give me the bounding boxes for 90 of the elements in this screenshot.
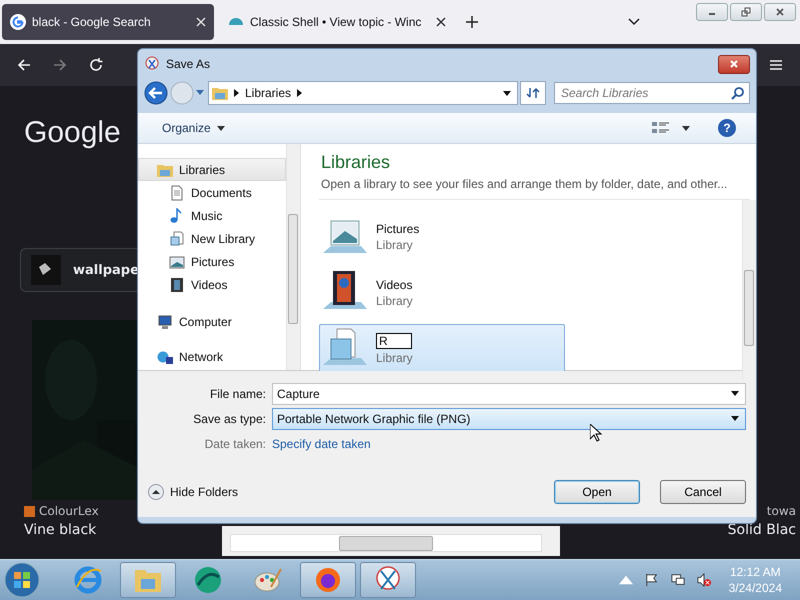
network-icon <box>157 348 173 364</box>
refresh-icon <box>526 86 540 100</box>
document-icon <box>169 184 185 200</box>
organize-menu[interactable]: Organize <box>162 121 211 135</box>
close-icon <box>775 7 785 17</box>
back-icon[interactable] <box>16 57 32 73</box>
folder-taskbar-button[interactable] <box>120 562 176 598</box>
caret-icon[interactable] <box>216 126 225 130</box>
search-field[interactable]: Search Libraries <box>554 82 750 104</box>
caret-icon[interactable] <box>682 126 690 130</box>
start-button[interactable] <box>4 562 40 598</box>
dialog-button[interactable]: Cancel <box>660 480 746 504</box>
scrollbar[interactable] <box>230 534 542 552</box>
field-label: File name: <box>208 386 266 400</box>
restore-button[interactable] <box>730 3 762 21</box>
dialog-button[interactable]: Open <box>554 480 640 504</box>
date-link[interactable]: Specify date taken <box>272 436 371 450</box>
nav-item[interactable]: Music <box>138 204 286 227</box>
film-icon <box>169 276 185 292</box>
rename-field[interactable]: R <box>376 333 412 349</box>
file-name-field[interactable]: Capture <box>272 382 746 404</box>
close-button[interactable] <box>764 3 796 21</box>
dropdown-icon <box>731 391 739 396</box>
close-icon <box>729 59 739 69</box>
browser-tab[interactable]: Classic Shell • View topic - Winc <box>220 4 454 40</box>
google-logo: Google <box>24 116 121 150</box>
result-title: wallpape <box>73 262 139 278</box>
library-item[interactable]: R Library <box>319 324 565 374</box>
search-icon <box>731 86 745 100</box>
hide-folders-button[interactable]: Hide Folders <box>170 485 238 499</box>
reload-icon[interactable] <box>88 57 104 73</box>
picture-icon <box>169 254 185 270</box>
address-bar[interactable]: Libraries <box>208 81 518 105</box>
item-type: Library <box>376 294 413 308</box>
scissors-taskbar-button[interactable] <box>360 562 416 598</box>
new-tab-icon[interactable] <box>466 16 478 28</box>
close-icon[interactable] <box>436 17 446 27</box>
library-heading: Libraries <box>321 152 392 173</box>
collapse-icon[interactable] <box>148 484 164 500</box>
result-source: ColourLex <box>39 504 99 518</box>
refresh-button[interactable] <box>520 81 546 105</box>
item-name: Pictures <box>376 222 420 236</box>
nav-item[interactable]: Computer <box>138 310 286 333</box>
back-button[interactable] <box>144 81 168 105</box>
forward-icon[interactable] <box>52 57 68 73</box>
item-name: Videos <box>376 278 413 292</box>
menu-icon[interactable] <box>768 57 784 73</box>
breadcrumb-item[interactable]: Libraries <box>245 86 292 100</box>
minimize-button[interactable] <box>696 3 728 21</box>
arrow-icon <box>297 89 302 97</box>
field-label: Save as type: <box>192 412 266 426</box>
tab-list-icon[interactable] <box>628 18 640 26</box>
file-type-dropdown[interactable]: Portable Network Graphic file (PNG) <box>272 408 746 430</box>
nav-item[interactable]: Documents <box>138 181 286 204</box>
scrollbar[interactable] <box>742 200 756 380</box>
arrow-icon <box>234 89 239 97</box>
scrollbar[interactable] <box>286 144 300 370</box>
library-item[interactable]: Videos Library <box>319 268 565 318</box>
restore-icon <box>741 7 751 17</box>
computer-icon <box>157 314 173 330</box>
dropdown-icon[interactable] <box>503 90 511 96</box>
result-source: towa <box>766 504 796 518</box>
item-type: Library <box>376 238 414 252</box>
folder-icon <box>212 86 228 100</box>
flag-icon[interactable] <box>644 573 659 587</box>
dropdown-icon <box>731 416 739 421</box>
site-favicon-icon <box>24 506 35 516</box>
dialog-title: Save As <box>166 57 210 71</box>
nav-item[interactable]: Network <box>138 345 286 368</box>
item-type: Library <box>376 351 413 365</box>
google-icon <box>10 14 26 30</box>
browser-tab[interactable]: black - Google Search <box>2 4 214 40</box>
library-item[interactable]: Pictures Library <box>319 212 565 262</box>
orb-icon <box>193 565 223 595</box>
field-label: Date taken: <box>204 436 266 450</box>
firefox-taskbar-button[interactable] <box>300 562 356 598</box>
muted-speaker-icon[interactable] <box>696 573 711 587</box>
mouse-cursor-icon <box>590 424 602 442</box>
image-thumbnail-icon <box>31 255 61 285</box>
library-icon <box>169 230 185 246</box>
view-options-icon[interactable] <box>652 121 670 135</box>
help-button[interactable]: ? <box>718 119 736 137</box>
result-title[interactable]: Vine black <box>24 522 99 538</box>
nav-item[interactable]: New Library <box>138 227 286 250</box>
library-description: Open a library to see your files and arrange them by folder, date, and other... <box>321 177 728 191</box>
browser-icon <box>73 565 103 595</box>
network-icon[interactable] <box>670 573 685 587</box>
nav-item[interactable]: Libraries <box>138 158 286 181</box>
close-button[interactable] <box>718 54 750 74</box>
result-title[interactable]: Solid Blac <box>728 522 796 538</box>
